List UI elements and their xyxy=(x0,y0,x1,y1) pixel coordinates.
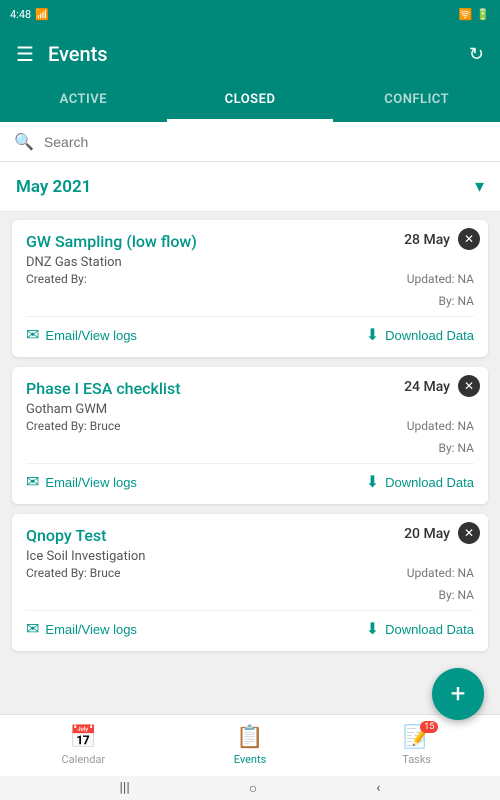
tasks-badge-wrap: 📝 15 xyxy=(403,725,430,750)
updated-1: Updated: NA xyxy=(407,272,474,286)
status-icons: 🛜 🔋 xyxy=(459,8,490,21)
download-button-1[interactable]: ⬇ Download Data xyxy=(366,325,474,345)
download-label-3: Download Data xyxy=(385,622,474,637)
calendar-icon: 📅 xyxy=(70,725,97,750)
close-button-3[interactable]: ✕ xyxy=(458,522,480,544)
month-header[interactable]: May 2021 ▾ xyxy=(0,162,500,212)
email-logs-button-2[interactable]: ✉ Email/View logs xyxy=(26,472,137,492)
email-icon-3: ✉ xyxy=(26,619,39,639)
status-bar: 4:48 📶 🛜 🔋 xyxy=(0,0,500,28)
event-title-2: Phase I ESA checklist xyxy=(26,379,181,398)
home-gesture-icon: ○ xyxy=(249,780,257,797)
events-icon: 📋 xyxy=(236,725,263,750)
by-label-2: By: NA xyxy=(438,441,474,455)
card-header-3: Qnopy Test 20 May xyxy=(26,526,474,545)
by-label-3: By: NA xyxy=(438,588,474,602)
recents-gesture-icon: ‹ xyxy=(376,780,380,796)
card-meta-by-1: By: NA xyxy=(26,294,474,308)
add-icon: + xyxy=(451,679,466,709)
card-meta-3: Created By: Bruce Updated: NA xyxy=(26,566,474,580)
event-title-1: GW Sampling (low flow) xyxy=(26,232,197,251)
download-label-2: Download Data xyxy=(385,475,474,490)
created-by-3: Created By: Bruce xyxy=(26,566,121,580)
card-meta-1: Created By: Updated: NA xyxy=(26,272,474,286)
add-event-fab[interactable]: + xyxy=(432,668,484,720)
email-logs-button-3[interactable]: ✉ Email/View logs xyxy=(26,619,137,639)
refresh-button[interactable]: ↻ xyxy=(469,44,484,65)
tab-active-label: ACTIVE xyxy=(60,92,107,107)
email-icon-1: ✉ xyxy=(26,325,39,345)
search-bar: 🔍 xyxy=(0,122,500,162)
event-card-2: ✕ Phase I ESA checklist 24 May Gotham GW… xyxy=(12,367,488,504)
tab-active[interactable]: ACTIVE xyxy=(0,80,167,122)
card-header-1: GW Sampling (low flow) 28 May xyxy=(26,232,474,251)
event-date-1: 28 May xyxy=(404,232,450,248)
email-label-1: Email/View logs xyxy=(45,328,137,343)
event-location-2: Gotham GWM xyxy=(26,402,474,417)
app-title: Events xyxy=(48,42,469,66)
tab-closed-label: CLOSED xyxy=(225,92,276,107)
menu-button[interactable]: ☰ xyxy=(16,42,34,66)
search-icon: 🔍 xyxy=(14,132,34,151)
app-bar: ☰ Events ↻ xyxy=(0,28,500,80)
chevron-down-icon: ▾ xyxy=(475,176,484,197)
nav-events-label: Events xyxy=(234,753,267,766)
card-meta-by-2: By: NA xyxy=(26,441,474,455)
back-gesture-icon: ||| xyxy=(120,780,130,796)
card-header-2: Phase I ESA checklist 24 May xyxy=(26,379,474,398)
time-display: 4:48 xyxy=(10,8,31,21)
download-icon-3: ⬇ xyxy=(366,619,379,639)
by-label-1: By: NA xyxy=(438,294,474,308)
close-button-1[interactable]: ✕ xyxy=(458,228,480,250)
event-title-3: Qnopy Test xyxy=(26,526,107,545)
download-button-2[interactable]: ⬇ Download Data xyxy=(366,472,474,492)
events-list: ✕ GW Sampling (low flow) 28 May DNZ Gas … xyxy=(0,212,500,734)
event-date-3: 20 May xyxy=(404,526,450,542)
month-title: May 2021 xyxy=(16,177,91,197)
nav-tasks[interactable]: 📝 15 Tasks xyxy=(333,725,500,766)
notification-icons: 📶 xyxy=(35,8,49,21)
event-card-3: ✕ Qnopy Test 20 May Ice Soil Investigati… xyxy=(12,514,488,651)
download-button-3[interactable]: ⬇ Download Data xyxy=(366,619,474,639)
download-icon-2: ⬇ xyxy=(366,472,379,492)
card-meta-by-3: By: NA xyxy=(26,588,474,602)
tasks-badge: 15 xyxy=(420,721,438,733)
close-button-2[interactable]: ✕ xyxy=(458,375,480,397)
nav-calendar[interactable]: 📅 Calendar xyxy=(0,725,167,766)
updated-2: Updated: NA xyxy=(407,419,474,433)
card-actions-1: ✉ Email/View logs ⬇ Download Data xyxy=(26,316,474,345)
created-by-1: Created By: xyxy=(26,272,87,286)
created-by-2: Created By: Bruce xyxy=(26,419,121,433)
event-location-3: Ice Soil Investigation xyxy=(26,549,474,564)
tab-conflict[interactable]: CONFLICT xyxy=(333,80,500,122)
card-meta-2: Created By: Bruce Updated: NA xyxy=(26,419,474,433)
nav-tasks-label: Tasks xyxy=(402,753,431,766)
nav-calendar-label: Calendar xyxy=(62,753,106,766)
email-label-3: Email/View logs xyxy=(45,622,137,637)
menu-icon: ☰ xyxy=(16,42,34,66)
email-label-2: Email/View logs xyxy=(45,475,137,490)
gesture-bar: ||| ○ ‹ xyxy=(0,776,500,800)
card-actions-3: ✉ Email/View logs ⬇ Download Data xyxy=(26,610,474,639)
event-location-1: DNZ Gas Station xyxy=(26,255,474,270)
card-actions-2: ✉ Email/View logs ⬇ Download Data xyxy=(26,463,474,492)
tab-bar: ACTIVE CLOSED CONFLICT xyxy=(0,80,500,122)
download-icon-1: ⬇ xyxy=(366,325,379,345)
email-icon-2: ✉ xyxy=(26,472,39,492)
event-card-1: ✕ GW Sampling (low flow) 28 May DNZ Gas … xyxy=(12,220,488,357)
event-date-2: 24 May xyxy=(404,379,450,395)
bottom-nav: 📅 Calendar 📋 Events 📝 15 Tasks xyxy=(0,714,500,776)
search-input[interactable] xyxy=(44,134,486,150)
refresh-icon: ↻ xyxy=(469,44,484,65)
status-time: 4:48 📶 xyxy=(10,8,49,21)
nav-events[interactable]: 📋 Events xyxy=(167,725,334,766)
email-logs-button-1[interactable]: ✉ Email/View logs xyxy=(26,325,137,345)
battery-icon: 🔋 xyxy=(476,8,490,21)
wifi-icon: 🛜 xyxy=(459,8,473,21)
download-label-1: Download Data xyxy=(385,328,474,343)
tab-conflict-label: CONFLICT xyxy=(384,92,449,107)
updated-3: Updated: NA xyxy=(407,566,474,580)
tab-closed[interactable]: CLOSED xyxy=(167,80,334,122)
